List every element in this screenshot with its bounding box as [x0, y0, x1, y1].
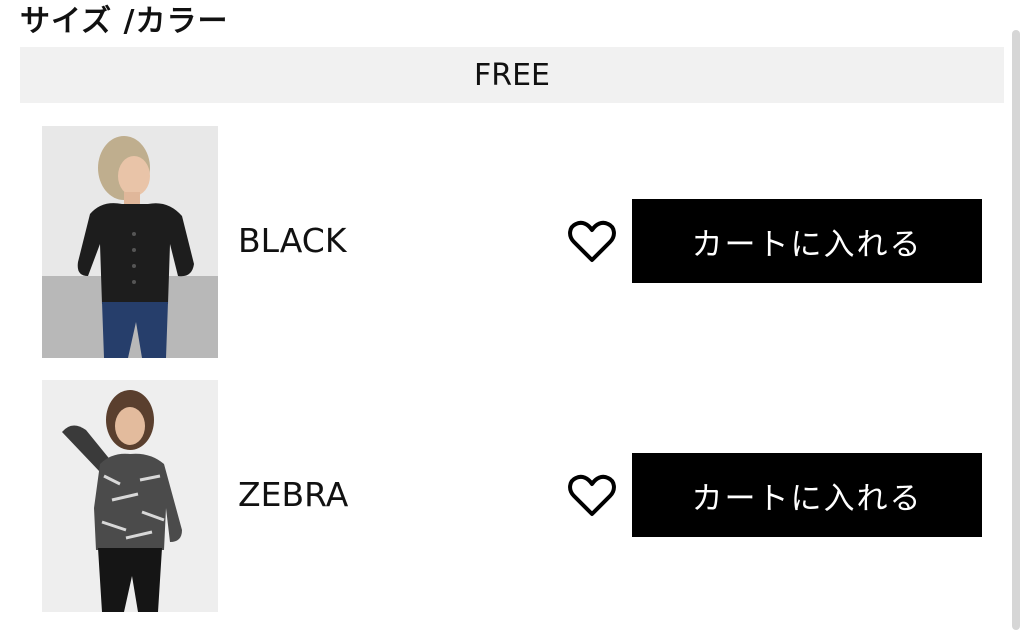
- section-title: サイズ /カラー: [20, 4, 229, 39]
- scrollbar-thumb[interactable]: [1012, 30, 1020, 630]
- favorite-heart-icon[interactable]: [568, 474, 616, 518]
- model-photo-zebra: [42, 380, 218, 612]
- size-option-free[interactable]: FREE: [20, 47, 1004, 103]
- product-options-panel: サイズ /カラー FREE BLACK カートに入れる ZEBRA カートに入れ…: [0, 0, 1024, 630]
- color-option-row: ZEBRA カートに入れる: [20, 378, 1004, 612]
- add-to-cart-button[interactable]: カートに入れる: [632, 453, 982, 537]
- color-option-row: BLACK カートに入れる: [20, 124, 1004, 358]
- color-label: BLACK: [238, 221, 347, 260]
- model-photo-black: [42, 126, 218, 358]
- product-thumbnail-zebra: [42, 380, 218, 612]
- color-label: ZEBRA: [238, 475, 349, 514]
- add-to-cart-button[interactable]: カートに入れる: [632, 199, 982, 283]
- favorite-heart-icon[interactable]: [568, 220, 616, 264]
- product-thumbnail-black: [42, 126, 218, 358]
- scrollbar[interactable]: [1012, 30, 1020, 630]
